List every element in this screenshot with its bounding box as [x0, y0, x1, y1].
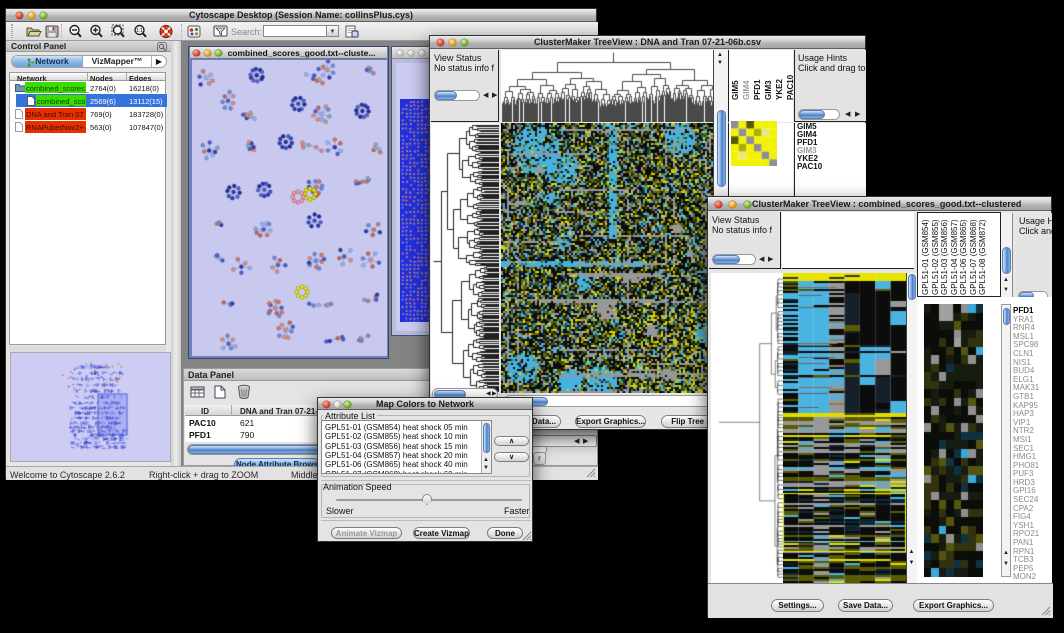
svg-text:1:1: 1:1	[136, 28, 143, 34]
